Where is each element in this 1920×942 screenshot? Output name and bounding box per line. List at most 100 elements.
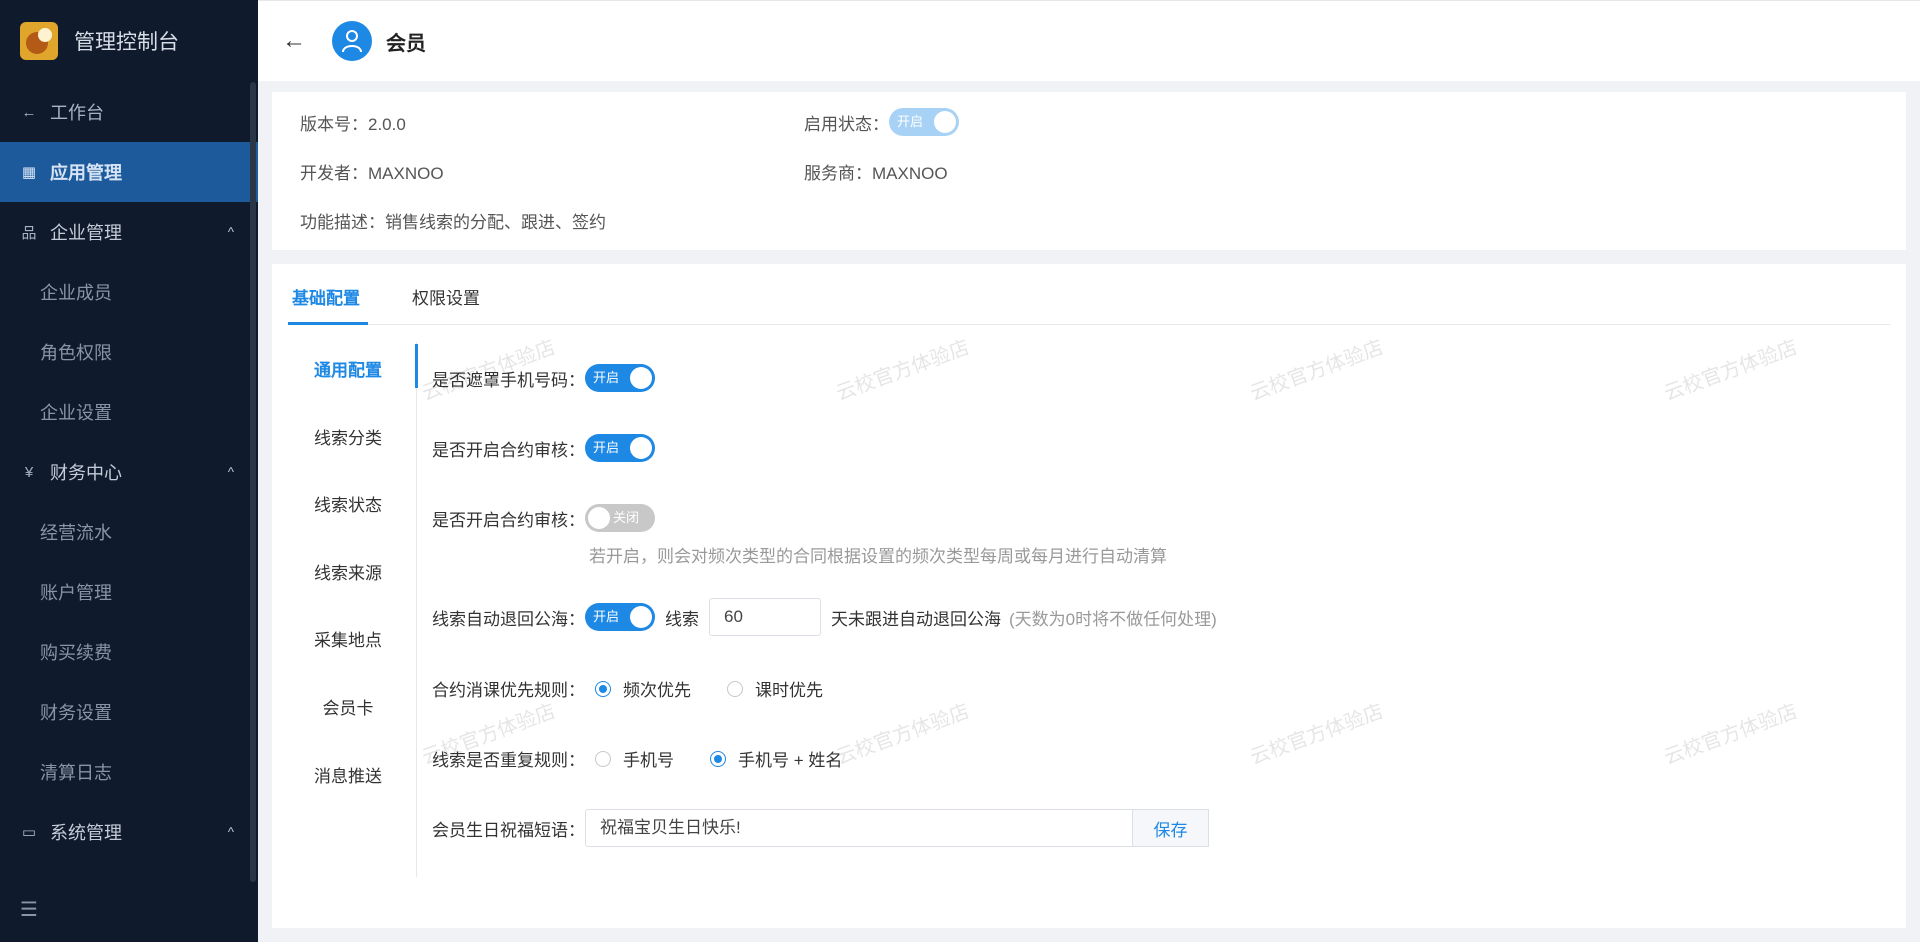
sidebar-group-label: 财务中心 [50, 463, 122, 483]
dup-rule-row: 线索是否重复规则： 手机号 手机号 + 姓名 [432, 746, 878, 771]
sidebar-item-enterprise-settings[interactable]: 企业设置 [0, 382, 258, 442]
logo-icon [20, 22, 58, 60]
radio-label: 手机号 + 姓名 [738, 751, 843, 770]
description-text: 功能描述：销售线索的分配、跟进、签约 [300, 213, 606, 232]
yen-icon: ¥ [24, 463, 34, 481]
switch-text: 开启 [593, 609, 620, 624]
auto-return-toggle[interactable]: 开启 [585, 603, 655, 631]
sidebar-group-finance[interactable]: ¥ 财务中心 ^ [0, 442, 258, 502]
side-tab-general[interactable]: 通用配置 [288, 356, 408, 381]
mask-phone-label: 是否遮罩手机号码： [432, 370, 585, 390]
side-tab-member-card[interactable]: 会员卡 [288, 694, 408, 719]
contract-review-2-toggle[interactable]: 关闭 [585, 504, 655, 532]
radio-label: 频次优先 [623, 681, 691, 700]
sidebar-item-label: 经营流水 [40, 523, 112, 543]
developer-text: 开发者：MAXNOO [300, 164, 444, 183]
auto-return-label: 线索自动退回公海： [432, 609, 585, 629]
status-label: 启用状态： [804, 114, 889, 134]
sidebar-item-label: 角色权限 [40, 343, 112, 363]
sidebar-item-label: 应用管理 [50, 163, 122, 183]
consume-rule-frequency-radio[interactable]: 频次优先 [595, 676, 691, 701]
switch-knob [630, 367, 652, 389]
contract-review-label: 是否开启合约审核： [432, 440, 585, 460]
side-tab-lead-category[interactable]: 线索分类 [288, 424, 408, 449]
sidebar-scrollbar[interactable] [250, 82, 256, 882]
switch-knob [630, 437, 652, 459]
consume-rule-lesson-radio[interactable]: 课时优先 [727, 676, 823, 701]
grid-icon: ▦ [21, 164, 37, 181]
monitor-icon: ▭ [21, 824, 37, 841]
sidebar-item-label: 账户管理 [40, 583, 112, 603]
sidebar-item-label: 购买续费 [40, 643, 112, 663]
side-tab-lead-source[interactable]: 线索来源 [288, 559, 408, 584]
sidebar-item-label: 清算日志 [40, 763, 112, 783]
chevron-up-icon: ^ [227, 824, 234, 840]
radio-dot [595, 680, 611, 697]
sidebar-item-accounts[interactable]: 账户管理 [0, 562, 258, 622]
auto-return-days-input[interactable]: 60 [709, 598, 821, 636]
tab-bar: 基础配置 权限设置 [288, 264, 1890, 325]
switch-text: 开启 [897, 114, 924, 129]
sidebar-item-roles[interactable]: 角色权限 [0, 322, 258, 382]
collapse-menu-icon[interactable]: ☰ [20, 897, 38, 922]
switch-knob [630, 606, 652, 628]
status-row: 启用状态： 开启 [804, 108, 959, 136]
contract-review-row: 是否开启合约审核： 开启 [432, 434, 655, 462]
page-header: ← 会员 [258, 0, 1920, 81]
contract-review-2-label: 是否开启合约审核： [432, 510, 585, 530]
arrow-left-icon: ← [21, 103, 37, 121]
sidebar-item-members[interactable]: 企业成员 [0, 262, 258, 322]
radio-label: 课时优先 [755, 681, 823, 700]
contract-review-2-hint: 若开启，则会对频次类型的合同根据设置的频次类型每周或每月进行自动清算 [589, 547, 1167, 566]
auto-return-hint: (天数为0时将不做任何处理) [1009, 609, 1217, 629]
chevron-up-icon: ^ [227, 224, 234, 240]
consume-rule-row: 合约消课优先规则： 频次优先 课时优先 [432, 676, 859, 701]
auto-return-suffix: 天未跟进自动退回公海 [831, 609, 1001, 629]
tab-basic-config[interactable]: 基础配置 [292, 284, 360, 309]
side-tab-lead-status[interactable]: 线索状态 [288, 491, 408, 516]
sidebar-group-label: 系统管理 [50, 823, 122, 843]
status-toggle[interactable]: 开启 [889, 108, 959, 136]
sidebar-item-app-manage[interactable]: ▦ 应用管理 [0, 142, 258, 202]
sidebar-group-system[interactable]: ▭ 系统管理 ^ [0, 802, 258, 862]
sidebar-item-label: 企业设置 [40, 403, 112, 423]
page-title: 会员 [386, 32, 426, 55]
consume-rule-label: 合约消课优先规则： [432, 681, 585, 700]
org-icon: 品 [21, 224, 37, 242]
radio-dot [595, 750, 611, 767]
version-text: 版本号：2.0.0 [300, 115, 406, 134]
sidebar-item-finance-settings[interactable]: 财务设置 [0, 682, 258, 742]
side-tab-message-push[interactable]: 消息推送 [288, 762, 408, 787]
sidebar-group-enterprise[interactable]: 品 企业管理 ^ [0, 202, 258, 262]
switch-text: 开启 [593, 440, 620, 455]
side-tab-divider [416, 342, 417, 877]
sidebar-item-settlement-log[interactable]: 清算日志 [0, 742, 258, 802]
side-tab-collect-location[interactable]: 采集地点 [288, 626, 408, 651]
sidebar-item-label: 财务设置 [40, 703, 112, 723]
mask-phone-toggle[interactable]: 开启 [585, 364, 655, 392]
sidebar: 管理控制台 ← 工作台 ▦ 应用管理 品 企业管理 ^ 企业成员 角色权限 企业… [0, 0, 258, 942]
sidebar-group-label: 企业管理 [50, 223, 122, 243]
sidebar-item-label: 工作台 [50, 103, 104, 123]
save-button[interactable]: 保存 [1133, 809, 1209, 847]
birthday-label: 会员生日祝福短语： [432, 820, 585, 840]
birthday-row: 会员生日祝福短语： 祝福宝贝生日快乐! 保存 [432, 809, 1209, 847]
dup-rule-label: 线索是否重复规则： [432, 751, 585, 770]
app-logo[interactable]: 管理控制台 [0, 0, 258, 82]
sidebar-item-workbench[interactable]: ← 工作台 [0, 82, 258, 142]
app-info-card: 版本号：2.0.0 启用状态： 开启 开发者：MAXNOO 服务商：MAXNOO… [272, 92, 1906, 250]
sidebar-item-renewal[interactable]: 购买续费 [0, 622, 258, 682]
user-icon [332, 21, 372, 61]
switch-text: 关闭 [613, 510, 640, 525]
contract-review-toggle[interactable]: 开启 [585, 434, 655, 462]
tab-ink-bar [288, 322, 368, 325]
tab-permission-settings[interactable]: 权限设置 [412, 284, 480, 309]
dup-rule-phone-radio[interactable]: 手机号 [595, 746, 674, 771]
dup-rule-phone-name-radio[interactable]: 手机号 + 姓名 [710, 746, 842, 771]
sidebar-item-cashflow[interactable]: 经营流水 [0, 502, 258, 562]
birthday-input[interactable]: 祝福宝贝生日快乐! [585, 809, 1133, 847]
back-arrow-icon[interactable]: ← [282, 27, 310, 55]
switch-text: 开启 [593, 370, 620, 385]
chevron-up-icon: ^ [227, 464, 234, 480]
radio-label: 手机号 [623, 751, 674, 770]
